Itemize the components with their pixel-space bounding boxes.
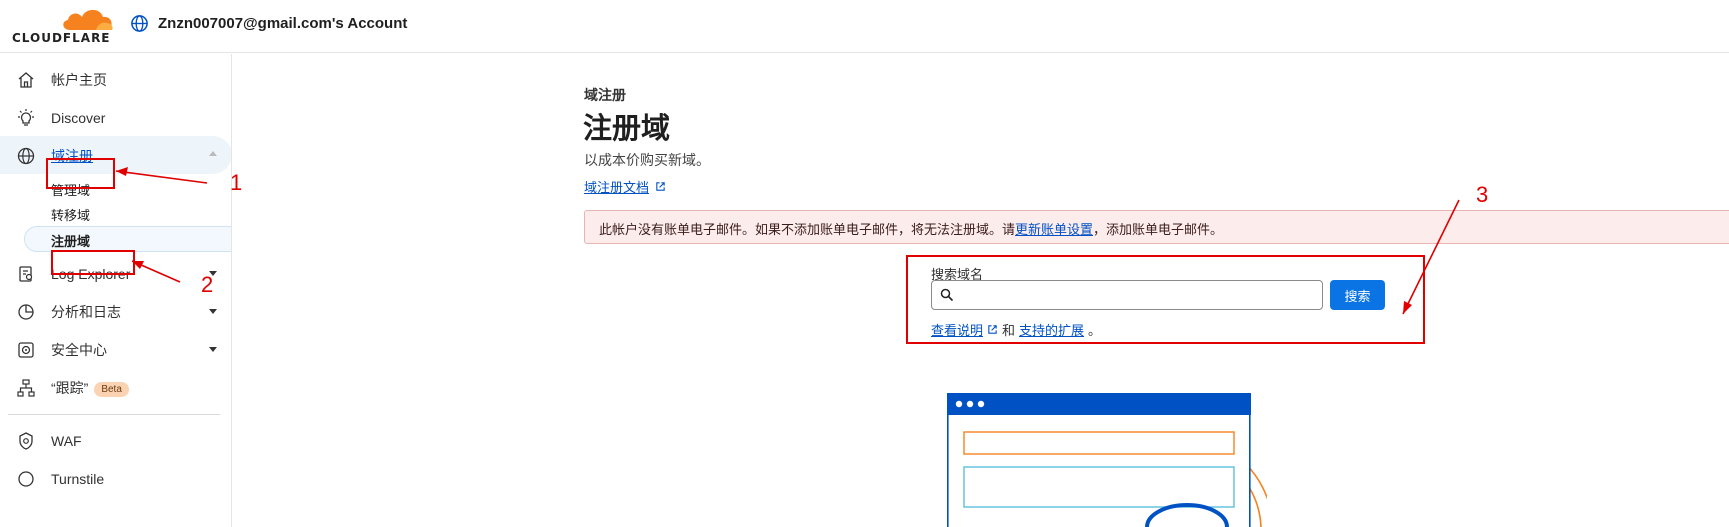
help-and-text: 和 — [1002, 323, 1016, 338]
sidebar-item-waf[interactable]: WAF — [0, 422, 231, 460]
top-bar: CLOUDFLARE Znzn007007@gmail.com's Accoun… — [0, 0, 1729, 53]
domain-search-input[interactable] — [931, 280, 1323, 310]
sidebar-item-turnstile[interactable]: Turnstile — [0, 460, 231, 498]
main-content: 域注册 注册域 以成本价购买新域。 域注册文档 此帐户没有账单电子邮件。如果不添… — [233, 54, 1729, 527]
home-icon — [18, 72, 34, 88]
sidebar-item-account-home[interactable]: 帐户主页 — [0, 61, 231, 99]
lightbulb-icon — [18, 109, 34, 126]
update-billing-settings-link[interactable]: 更新账单设置 — [1015, 222, 1093, 237]
sidebar-item-domain-registration[interactable]: 域注册 — [0, 137, 231, 175]
breadcrumb: 域注册 — [584, 87, 626, 103]
search-help: 查看说明 和支持的扩展。 — [931, 320, 1101, 339]
cloud-logo-icon — [63, 9, 113, 30]
docs-link[interactable]: 域注册文档 — [584, 177, 666, 196]
globe-icon — [131, 15, 148, 32]
sidebar-item-label: WAF — [51, 433, 82, 449]
sidebar-item-label: 帐户主页 — [51, 72, 107, 88]
sidebar-item-analytics-logs[interactable]: 分析和日志 — [0, 293, 231, 331]
sidebar-item-label: 分析和日志 — [51, 304, 121, 320]
chart-icon — [18, 304, 34, 320]
domain-search-panel: 搜索域名 搜索 查看说明 和支持的扩展。 — [906, 255, 1425, 344]
sidebar-item-label: “跟踪” Beta — [51, 378, 129, 398]
search-button[interactable]: 搜索 — [1330, 280, 1385, 310]
chevron-down-icon — [209, 309, 217, 314]
sidebar-item-label: Turnstile — [51, 471, 105, 487]
help-end-text: 。 — [1088, 323, 1102, 338]
billing-email-alert: 此帐户没有账单电子邮件。如果不添加账单电子邮件，将无法注册域。请更新账单设置，添… — [584, 210, 1729, 244]
sidebar-subitem-register-domains[interactable]: 注册域 — [51, 231, 90, 250]
search-icon — [940, 288, 954, 302]
log-explorer-icon — [19, 266, 33, 282]
sidebar-item-label: 域注册 — [51, 148, 93, 164]
annotation-number-1: 1 — [230, 170, 243, 195]
chevron-up-icon — [209, 151, 217, 156]
sidebar-item-label: 安全中心 — [51, 342, 107, 358]
account-name: Znzn007007@gmail.com's Account — [158, 15, 408, 32]
sidebar-divider — [8, 414, 220, 415]
sitemap-icon — [17, 379, 35, 397]
alert-text-after: ，添加账单电子邮件。 — [1093, 222, 1224, 237]
sidebar-item-label: Log Explorer — [51, 266, 131, 282]
annotation-number-2: 2 — [201, 272, 214, 297]
sidebar-subitem-manage-domains[interactable]: 管理域 — [51, 180, 90, 199]
beta-badge: Beta — [94, 381, 129, 397]
docs-link-label: 域注册文档 — [584, 180, 650, 195]
sidebar-item-log-explorer[interactable]: Log Explorer — [0, 255, 231, 293]
alert-text-before: 此帐户没有账单电子邮件。如果不添加账单电子邮件，将无法注册域。请 — [599, 222, 1016, 237]
page-title: 注册域 — [583, 113, 671, 145]
page-subtitle: 以成本价购买新域。 — [584, 152, 710, 168]
shield-icon — [19, 432, 33, 450]
turnstile-icon — [18, 471, 34, 487]
supported-extensions-link[interactable]: 支持的扩展 — [1019, 320, 1084, 339]
browser-illustration — [947, 393, 1267, 527]
sidebar-item-security-center[interactable]: 安全中心 — [0, 331, 231, 369]
logo-text: CLOUDFLARE — [12, 31, 111, 45]
sidebar-item-label: Discover — [51, 110, 106, 126]
external-link-icon — [988, 325, 997, 334]
sidebar-item-trace[interactable]: “跟踪” Beta — [0, 369, 231, 407]
chevron-down-icon — [209, 347, 217, 352]
external-link-icon — [656, 182, 665, 191]
sidebar-item-discover[interactable]: Discover — [0, 99, 231, 137]
security-center-icon — [18, 342, 34, 358]
annotation-number-3: 3 — [1476, 182, 1489, 207]
cloudflare-logo[interactable]: CLOUDFLARE — [12, 6, 124, 46]
trace-label: “跟踪” — [51, 380, 89, 396]
account-switcher[interactable]: Znzn007007@gmail.com's Account — [130, 14, 407, 33]
sidebar: 帐户主页 Discover 域注册 管理域 转移域 注册域 Log Explor… — [0, 54, 232, 527]
view-instructions-link[interactable]: 查看说明 — [931, 320, 983, 339]
sidebar-subitem-transfer-domains[interactable]: 转移域 — [51, 205, 90, 224]
globe-icon — [17, 147, 35, 165]
